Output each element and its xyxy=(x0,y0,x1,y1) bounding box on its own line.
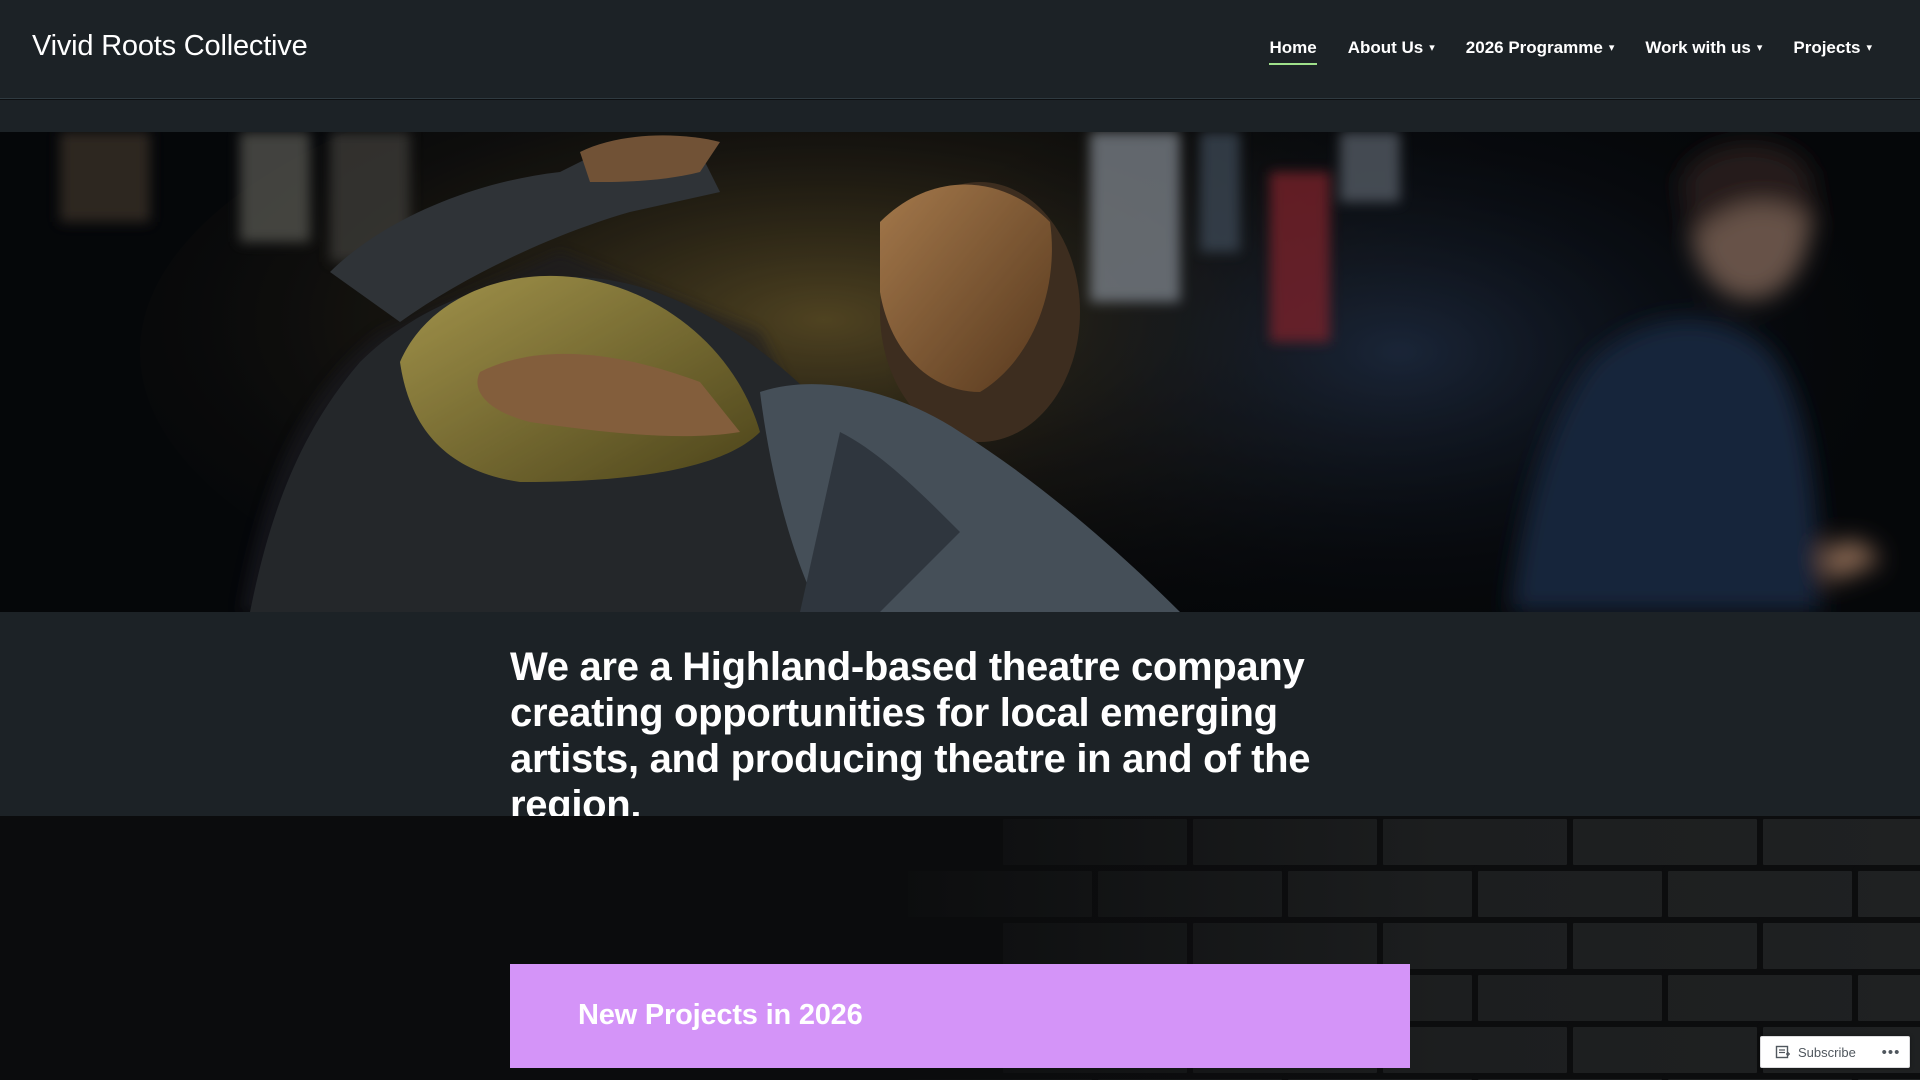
nav-item-projects[interactable]: Projects ▾ xyxy=(1793,38,1872,64)
more-options-button[interactable]: ••• xyxy=(1873,1037,1909,1067)
nav-item-label: Home xyxy=(1269,38,1317,57)
nav-item-about-us[interactable]: About Us ▾ xyxy=(1348,38,1435,64)
new-projects-banner[interactable]: New Projects in 2026 xyxy=(510,964,1410,1068)
nav-item-label: Work with us xyxy=(1645,38,1751,57)
chevron-down-icon: ▾ xyxy=(1866,41,1872,54)
new-projects-title: New Projects in 2026 xyxy=(578,999,863,1031)
intro-statement: We are a Highland-based theatre company … xyxy=(510,645,1311,827)
hero-photo-illustration xyxy=(0,132,1920,612)
reader-icon xyxy=(1775,1045,1790,1059)
projects-section: New Projects in 2026 xyxy=(0,816,1920,1080)
subscribe-widget: Subscribe ••• xyxy=(1760,1036,1910,1068)
chevron-down-icon: ▾ xyxy=(1756,41,1763,54)
nav-item-home[interactable]: Home xyxy=(1269,38,1317,65)
nav-item-2026-programme[interactable]: 2026 Programme ▾ xyxy=(1466,38,1615,64)
site-title-link[interactable]: Vivid Roots Collective xyxy=(32,30,308,63)
subscribe-label: Subscribe xyxy=(1798,1044,1856,1060)
nav-item-label: 2026 Programme xyxy=(1465,38,1603,57)
subscribe-button[interactable]: Subscribe xyxy=(1761,1037,1866,1067)
ellipsis-icon: ••• xyxy=(1881,1043,1901,1061)
nav-item-work-with-us[interactable]: Work with us ▾ xyxy=(1645,38,1762,64)
main-navigation: Home About Us ▾ 2026 Programme ▾ Work wi… xyxy=(1269,38,1872,65)
site-header: Vivid Roots Collective Home About Us ▾ 2… xyxy=(0,0,1920,99)
hero-image xyxy=(0,132,1920,612)
intro-section: We are a Highland-based theatre company … xyxy=(0,612,1920,827)
header-spacer xyxy=(0,100,1920,132)
nav-item-label: Projects xyxy=(1793,38,1861,57)
nav-item-label: About Us xyxy=(1347,38,1424,57)
chevron-down-icon: ▾ xyxy=(1429,41,1435,54)
chevron-down-icon: ▾ xyxy=(1608,41,1615,54)
